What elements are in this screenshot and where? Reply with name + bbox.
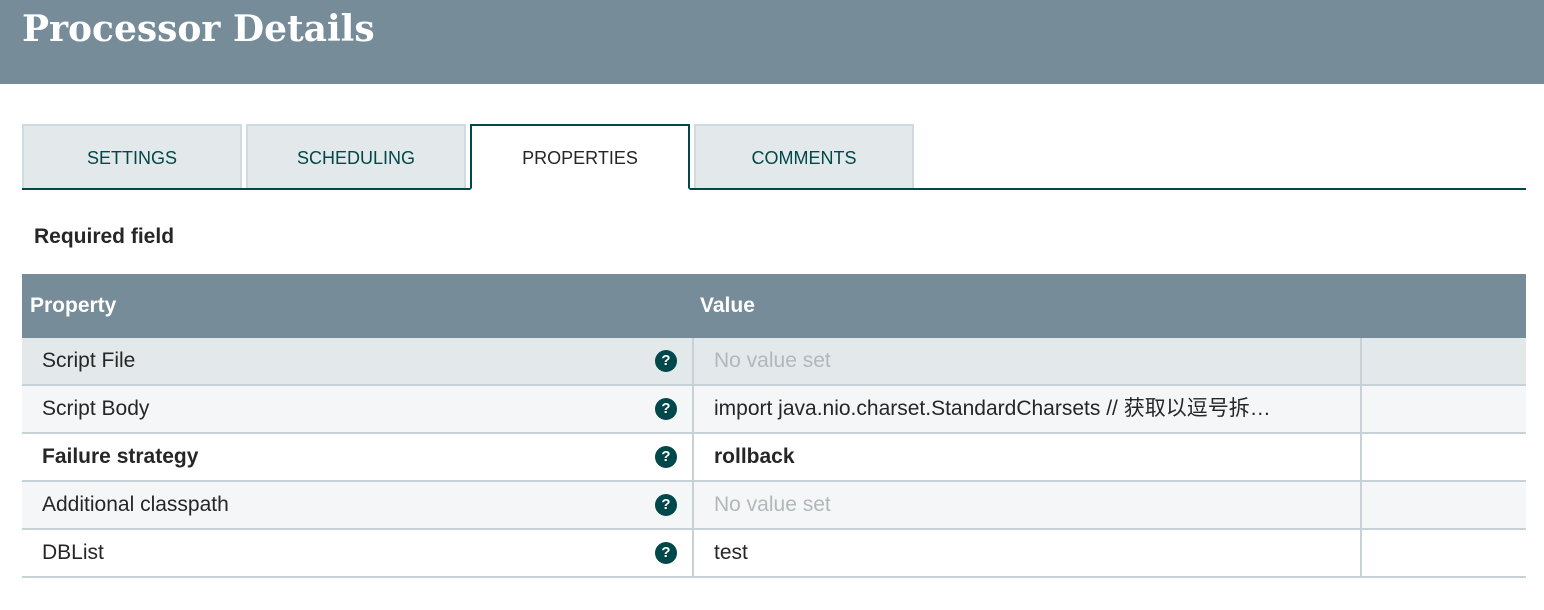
dialog-header: Processor Details xyxy=(0,0,1544,84)
column-divider xyxy=(1360,482,1362,528)
property-value[interactable]: test xyxy=(714,530,1350,576)
column-divider xyxy=(692,338,694,384)
tab-comments[interactable]: COMMENTS xyxy=(694,124,914,188)
tab-properties[interactable]: PROPERTIES xyxy=(470,124,690,190)
property-value[interactable]: import java.nio.charset.StandardCharsets… xyxy=(714,386,1350,432)
property-value[interactable]: No value set xyxy=(714,338,1350,384)
dialog-title: Processor Details xyxy=(22,8,375,50)
property-name: Script File xyxy=(42,349,136,372)
table-row[interactable]: Additional classpath ? No value set xyxy=(22,482,1526,530)
question-circle-icon[interactable]: ? xyxy=(655,446,677,468)
question-circle-icon[interactable]: ? xyxy=(655,350,677,372)
property-name: DBList xyxy=(42,541,104,564)
question-circle-icon[interactable]: ? xyxy=(655,542,677,564)
tab-bar: SETTINGS SCHEDULING PROPERTIES COMMENTS xyxy=(22,124,1526,190)
question-circle-icon[interactable]: ? xyxy=(655,398,677,420)
property-name: Failure strategy xyxy=(42,445,199,468)
tab-settings[interactable]: SETTINGS xyxy=(22,124,242,188)
table-row[interactable]: Script File ? No value set xyxy=(22,338,1526,386)
column-divider xyxy=(1360,434,1362,480)
column-divider xyxy=(692,482,694,528)
table-row[interactable]: DBList ? test xyxy=(22,530,1526,578)
property-name: Additional classpath xyxy=(42,493,229,516)
table-row[interactable]: Script Body ? import java.nio.charset.St… xyxy=(22,386,1526,434)
property-value[interactable]: No value set xyxy=(714,482,1350,528)
column-divider xyxy=(692,530,694,576)
property-value[interactable]: rollback xyxy=(714,434,1350,480)
required-field-legend: Required field xyxy=(34,225,175,248)
column-divider xyxy=(692,434,694,480)
column-header-property[interactable]: Property xyxy=(30,274,116,338)
column-divider xyxy=(1360,530,1362,576)
column-divider xyxy=(1360,386,1362,432)
column-divider xyxy=(692,386,694,432)
property-name: Script Body xyxy=(42,397,150,420)
table-header: Property Value xyxy=(22,274,1526,338)
table-row[interactable]: Failure strategy ? rollback xyxy=(22,434,1526,482)
tab-scheduling[interactable]: SCHEDULING xyxy=(246,124,466,188)
question-circle-icon[interactable]: ? xyxy=(655,494,677,516)
properties-table: Property Value Script File ? No value se… xyxy=(22,274,1526,578)
column-divider xyxy=(1360,338,1362,384)
column-header-value[interactable]: Value xyxy=(700,274,755,338)
